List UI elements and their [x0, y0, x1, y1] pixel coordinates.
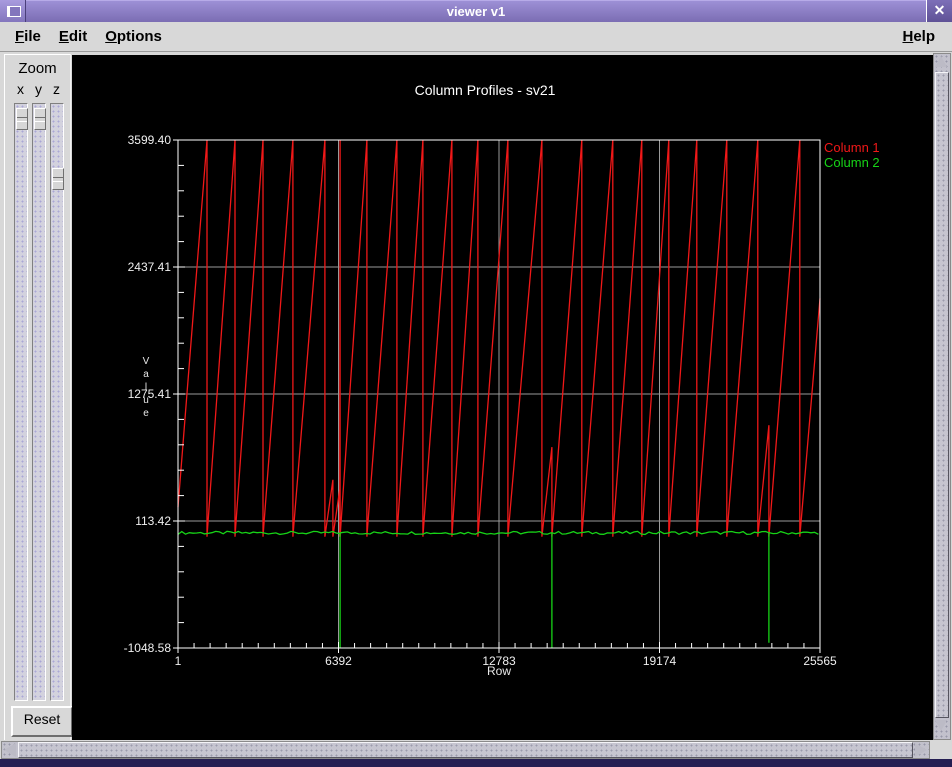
vertical-scrollbar-thumb[interactable] — [935, 72, 949, 718]
scroll-down-icon[interactable] — [934, 718, 950, 734]
slider-label-x: x — [17, 81, 24, 97]
plot-svg: 3599.40 2437.41 1275.41 113.42 -1048.581 6392… — [124, 82, 880, 678]
y-axis-label-char: V — [143, 356, 150, 367]
horizontal-scrollbar[interactable] — [1, 741, 930, 759]
slider-handle-y[interactable] — [34, 108, 46, 130]
y-axis-label-char: e — [143, 408, 149, 419]
y-axis-label-char: l — [145, 382, 147, 393]
chart-title: Column Profiles - sv21 — [415, 82, 556, 98]
y-axis-label-char: a — [143, 369, 149, 380]
scroll-right-icon[interactable] — [913, 742, 929, 758]
reset-button[interactable]: Reset — [11, 706, 73, 737]
viewer-window: { "window": { "title": "viewer v1", "clo… — [0, 0, 952, 767]
x-tick-label: 6392 — [325, 654, 352, 668]
slider-handle-z[interactable] — [52, 168, 64, 190]
y-tick-label: 2437.41 — [128, 260, 172, 274]
legend-column2: Column 2 — [824, 155, 880, 170]
horizontal-scrollbar-thumb[interactable] — [18, 742, 913, 758]
window-bottom-edge — [0, 759, 952, 767]
y-tick-label: -1048.58 — [124, 641, 172, 655]
x-tick-label: 1 — [175, 654, 182, 668]
menu-right-group: Help — [893, 25, 944, 48]
x-tick-label: 19174 — [643, 654, 677, 668]
window-menu-button[interactable] — [0, 0, 26, 22]
zoom-panel-title: Zoom — [18, 60, 57, 77]
zoom-panel: Zoom xyz Reset — [4, 54, 73, 740]
close-button[interactable]: ✕ — [926, 0, 952, 22]
slider-track-x[interactable] — [14, 103, 28, 701]
menu-edit[interactable]: Edit — [50, 25, 96, 48]
plot-canvas: 3599.40 2437.41 1275.41 113.42 -1048.58 1 6392… — [72, 55, 933, 740]
menu-file[interactable]: File — [6, 25, 50, 48]
slider-handle-x[interactable] — [16, 108, 28, 130]
y-tick-label: 113.42 — [135, 514, 171, 528]
scroll-left-icon[interactable] — [2, 742, 18, 758]
close-icon: ✕ — [933, 2, 946, 18]
vertical-scrollbar[interactable] — [933, 53, 951, 740]
slider-track-z[interactable] — [50, 103, 64, 701]
y-tick-label: 1275.41 — [128, 387, 172, 401]
slider-label-z: z — [53, 81, 60, 97]
slider-track-y[interactable] — [32, 103, 46, 701]
menu-left-group: File Edit Options — [6, 25, 171, 48]
menu-options[interactable]: Options — [96, 25, 171, 48]
x-axis-label: Row — [487, 664, 511, 678]
x-tick-label: 25565 — [803, 654, 837, 668]
menu-help[interactable]: Help — [893, 25, 944, 48]
title-bar[interactable]: viewer v1 ✕ — [0, 0, 952, 22]
menu-bar: File Edit Options Help — [0, 22, 952, 52]
y-tick-label: 3599.40 — [128, 133, 172, 147]
column2-series — [177, 530, 819, 648]
legend-column1: Column 1 — [824, 140, 880, 155]
slider-label-y: y — [35, 81, 42, 97]
y-axis-label-char: u — [143, 395, 149, 406]
scroll-up-icon[interactable] — [934, 54, 950, 70]
scrollbar-corner — [930, 741, 952, 759]
window-menu-icon — [7, 6, 21, 17]
window-title: viewer v1 — [26, 0, 926, 22]
